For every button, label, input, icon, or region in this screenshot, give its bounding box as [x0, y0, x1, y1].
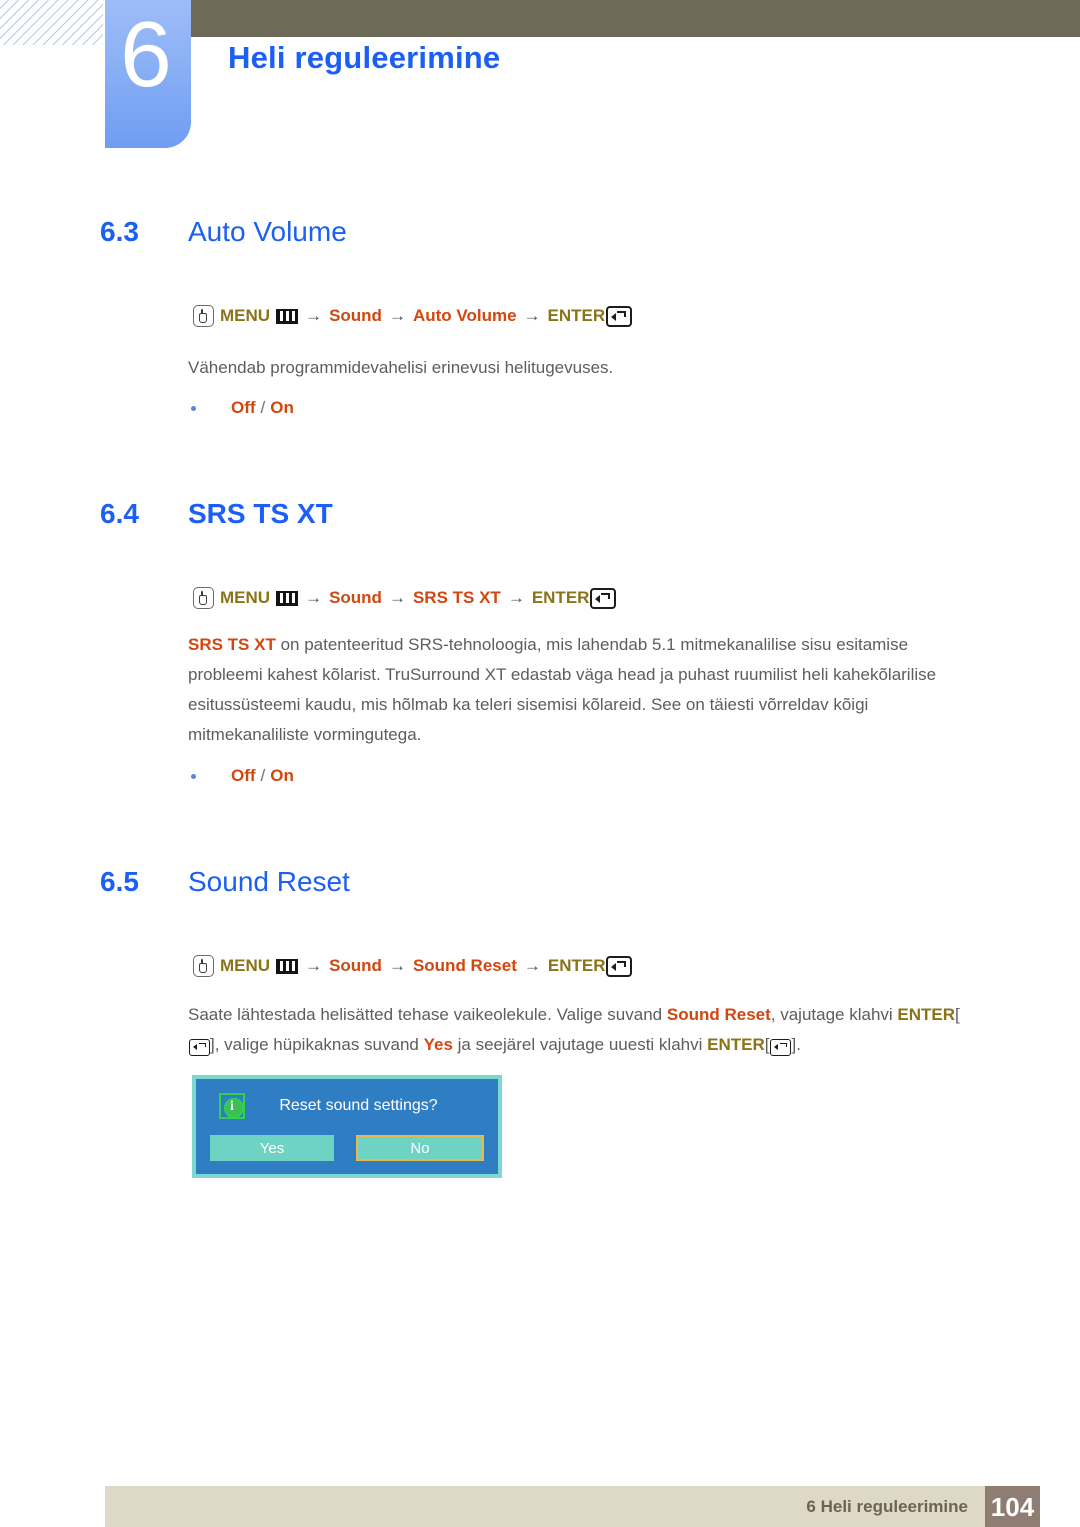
section-6-5-paragraph: Saate lähtestada helisätted tehase vaike…: [188, 1000, 978, 1060]
osd-yes-button[interactable]: Yes: [210, 1135, 334, 1161]
enter-label: ENTER: [547, 306, 606, 325]
path-arrow-2: →: [388, 956, 406, 975]
menu-step-sound: Sound: [329, 306, 382, 325]
osd-button-row: Yes No: [210, 1135, 484, 1161]
hand-press-icon: [193, 587, 214, 609]
osd-message-row: i Reset sound settings?: [196, 1093, 498, 1119]
section-6-5-title: Sound Reset: [188, 866, 350, 897]
path-arrow-3: →: [523, 306, 541, 325]
highlight-sound-reset: Sound Reset: [666, 1005, 771, 1024]
path-arrow-3: →: [507, 588, 525, 607]
highlight-yes: Yes: [423, 1035, 453, 1054]
paragraph-lead-term: SRS TS XT: [188, 635, 276, 654]
paragraph-text-1: Saate lähtestada helisätted tehase vaike…: [188, 1005, 667, 1024]
list-item: Off / On: [188, 397, 294, 419]
path-arrow-1: →: [305, 306, 323, 325]
highlight-enter-2: ENTER: [707, 1035, 765, 1054]
menu-bars-icon: [276, 958, 299, 974]
path-arrow-2: →: [388, 306, 406, 325]
path-arrow-1: →: [305, 588, 323, 607]
paragraph-text-4: ja seejärel vajutage uuesti klahvi: [452, 1035, 708, 1054]
menu-label: MENU: [220, 306, 271, 325]
menu-step-sound-reset: Sound Reset: [412, 956, 517, 975]
section-6-4-options: Off / On: [188, 765, 294, 787]
option-separator: /: [260, 398, 266, 417]
path-arrow-3: →: [523, 956, 541, 975]
section-6-4-menu-path: MENU → Sound → SRS TS XT → ENTER: [193, 587, 617, 609]
section-6-3-options: Off / On: [188, 397, 294, 419]
hand-press-icon: [193, 305, 214, 327]
enter-key-icon: [606, 305, 633, 327]
page-footer: 6 Heli reguleerimine 104: [105, 1486, 1040, 1527]
osd-reset-dialog: i Reset sound settings? Yes No: [192, 1075, 502, 1178]
section-6-3-paragraph: Vähendab programmidevahelisi erinevusi h…: [188, 358, 614, 377]
footer-chapter-label: 6 Heli reguleerimine: [806, 1497, 968, 1516]
header-bar: [176, 0, 1080, 37]
enter-key-icon: [590, 587, 617, 609]
footer-page-box: 104: [985, 1486, 1040, 1527]
paragraph-text: on patenteeritud SRS-tehnoloogia, mis la…: [188, 635, 937, 744]
menu-label: MENU: [220, 588, 271, 607]
section-6-4-number: 6.4: [100, 498, 139, 529]
section-6-3-title: Auto Volume: [188, 216, 347, 247]
enter-label: ENTER: [531, 588, 590, 607]
option-on: On: [270, 398, 294, 417]
page-number: 104: [990, 1492, 1035, 1522]
enter-key-icon: [770, 1039, 792, 1057]
menu-step-sound: Sound: [329, 956, 382, 975]
paragraph-text-2: , vajutage klahvi: [770, 1005, 898, 1024]
osd-message: Reset sound settings?: [279, 1097, 438, 1114]
menu-bars-icon: [276, 590, 299, 606]
info-icon: i: [219, 1093, 245, 1119]
chapter-tab: 6: [105, 0, 191, 148]
menu-label: MENU: [220, 956, 271, 975]
menu-step-sound: Sound: [329, 588, 382, 607]
section-6-5-number: 6.5: [100, 866, 139, 897]
enter-key-icon: [189, 1039, 210, 1057]
menu-step-auto-volume: Auto Volume: [412, 306, 517, 325]
section-6-3-menu-path: MENU → Sound → Auto Volume → ENTER: [193, 305, 633, 327]
option-off: Off: [231, 766, 256, 785]
enter-label: ENTER: [547, 956, 606, 975]
section-6-4-title: SRS TS XT: [188, 498, 333, 529]
enter-key-icon: [606, 955, 633, 977]
option-off: Off: [231, 398, 256, 417]
bracket-open-2: [: [764, 1035, 770, 1054]
menu-step-srs-ts-xt: SRS TS XT: [412, 588, 501, 607]
menu-bars-icon: [276, 308, 299, 324]
option-separator: /: [260, 766, 266, 785]
decorative-hatch-pattern: [0, 0, 103, 45]
bracket-close-2: ].: [791, 1035, 801, 1054]
bracket-open-1: [: [955, 1005, 960, 1024]
section-6-4-paragraph: SRS TS XT on patenteeritud SRS-tehnoloog…: [188, 630, 978, 750]
chapter-number: 6: [120, 2, 172, 106]
page-header: 6 Heli reguleerimine: [0, 0, 1080, 150]
info-icon-glyph: i: [230, 1099, 234, 1114]
section-6-3-number: 6.3: [100, 216, 139, 247]
paragraph-text-3: ], valige hüpikaknas suvand: [210, 1035, 424, 1054]
path-arrow-2: →: [388, 588, 406, 607]
osd-no-button[interactable]: No: [356, 1135, 484, 1161]
option-on: On: [270, 766, 294, 785]
chapter-title: Heli reguleerimine: [228, 40, 501, 75]
hand-press-icon: [193, 955, 214, 977]
path-arrow-1: →: [305, 956, 323, 975]
section-6-5-menu-path: MENU → Sound → Sound Reset → ENTER: [193, 955, 633, 977]
list-item: Off / On: [188, 765, 294, 787]
highlight-enter-1: ENTER: [897, 1005, 956, 1024]
